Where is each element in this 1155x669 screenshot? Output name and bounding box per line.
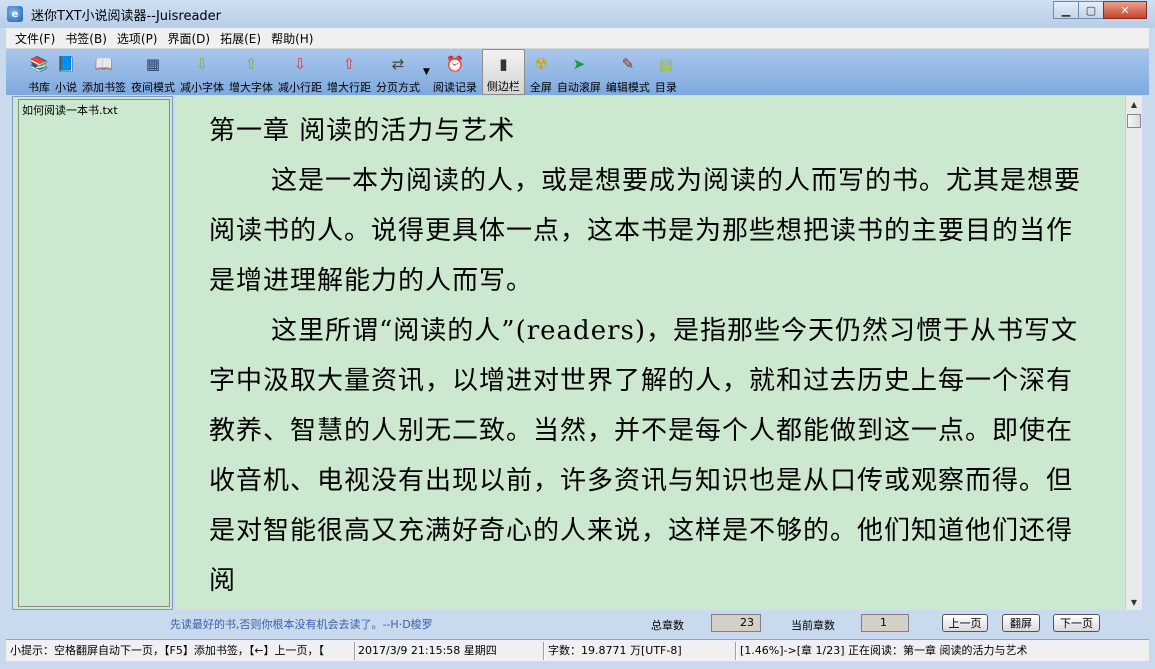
status-divider — [354, 642, 356, 660]
toolbar-label: 分页方式 — [376, 81, 420, 94]
toolbar-label: 增大字体 — [229, 81, 273, 94]
toolbar-button-sidebar[interactable]: ▮ 侧边栏 — [481, 49, 525, 95]
status-progress: [1.46%]->[章 1/23] 正在阅读：第一章 阅读的活力与艺术 — [740, 644, 1028, 657]
toolbar-button-contents[interactable]: ▤ 目录 — [655, 49, 677, 95]
pagination-icon: ⇄ — [391, 54, 405, 73]
menu-extensions[interactable]: 拓展(E) — [215, 30, 266, 47]
vertical-scrollbar[interactable]: ▲ ▼ — [1125, 96, 1142, 610]
toolbar-label: 阅读记录 — [432, 81, 477, 94]
toolbar-button-bookmark-add[interactable]: 📖 添加书签 — [82, 49, 126, 95]
clock-icon: ⏰ — [445, 54, 465, 73]
next-page-button[interactable]: 下一页 — [1053, 614, 1100, 632]
toolbar-button-book[interactable]: 📘 小说 — [55, 49, 77, 95]
status-divider — [735, 642, 737, 660]
maximize-button[interactable]: ▢ — [1078, 1, 1104, 19]
toolbar-button-bookshelf[interactable]: 📚 书库 — [28, 49, 50, 95]
book-icon: 📘 — [56, 54, 76, 73]
toolbar-button-font-decrease[interactable]: ⇩ 减小字体 — [180, 49, 224, 95]
line-spacing-increase-icon: ⇧ — [342, 54, 356, 73]
file-list-item[interactable]: 如何阅读一本书.txt — [19, 100, 169, 120]
toolbar-label: 增大行距 — [327, 81, 371, 94]
status-datetime: 2017/3/9 21:15:58 星期四 — [358, 644, 497, 657]
toolbar-button-night-mode[interactable]: ▦ 夜间模式 — [131, 49, 175, 95]
paragraph: 这是一本为阅读的人，或是想要成为阅读的人而写的书。尤其是想要阅读书的人。说得更具… — [209, 166, 1082, 296]
sidebar-icon: ▮ — [499, 54, 508, 73]
file-list: 如何阅读一本书.txt — [18, 99, 170, 607]
reading-pane[interactable]: 第一章 阅读的活力与艺术 这是一本为阅读的人，或是想要成为阅读的人而写的书。尤其… — [175, 96, 1125, 610]
window-title: 迷你TXT小说阅读器--Juisreader — [31, 8, 222, 24]
toolbar-label: 小说 — [55, 81, 77, 94]
maximize-icon: ▢ — [1085, 3, 1097, 17]
minimize-button[interactable]: ▁ — [1053, 1, 1079, 19]
toolbar-label: 全屏 — [529, 81, 552, 94]
edit-icon: ✎ — [621, 54, 635, 73]
toolbar-label: 自动滚屏 — [556, 81, 601, 94]
menu-bookmarks[interactable]: 书签(B) — [60, 30, 112, 47]
toolbar-label: 添加书签 — [82, 81, 126, 94]
menu-file[interactable]: 文件(F) — [10, 30, 60, 47]
total-chapters-value: 23 — [711, 614, 761, 632]
toolbar-button-auto-scroll[interactable]: ➤ 自动滚屏 — [557, 49, 601, 95]
toolbar-label: 编辑模式 — [605, 81, 650, 94]
font-increase-icon: ⇧ — [244, 54, 258, 73]
toolbar-button-line-spacing-decrease[interactable]: ⇩ 减小行距 — [278, 49, 322, 95]
minimize-icon: ▁ — [1061, 3, 1071, 17]
toolbar-button-pagination[interactable]: ⇄ 分页方式 — [376, 49, 420, 95]
window-controls: ▁ ▢ ✕ — [1053, 1, 1147, 19]
contents-icon: ▤ — [658, 54, 674, 73]
night-mode-icon: ▦ — [145, 54, 161, 73]
line-spacing-decrease-icon: ⇩ — [293, 54, 307, 73]
status-bar: 小提示：空格翻屏自动下一页，【F5】添加书签，【←】上一页，【 2017/3/9… — [6, 639, 1149, 661]
dropdown-arrow-icon[interactable]: ▼ — [423, 67, 430, 77]
reader-text: 第一章 阅读的活力与艺术 这是一本为阅读的人，或是想要成为阅读的人而写的书。尤其… — [209, 106, 1089, 606]
current-chapter-input[interactable]: 1 — [861, 614, 909, 632]
toolbar-button-line-spacing-increase[interactable]: ⇧ 增大行距 — [327, 49, 371, 95]
bookmark-add-icon: 📖 — [94, 54, 114, 73]
bookshelf-icon: 📚 — [29, 54, 49, 73]
toolbar-label: 减小字体 — [180, 81, 224, 94]
menu-help[interactable]: 帮助(H) — [266, 30, 318, 47]
app-icon[interactable]: e — [7, 6, 23, 22]
toolbar-label: 侧边栏 — [486, 80, 520, 93]
sidebar-panel: 如何阅读一本书.txt — [12, 96, 173, 610]
status-word-count: 字数：19.8771 万[UTF-8] — [548, 644, 682, 657]
scroll-up-arrow-icon[interactable]: ▲ — [1126, 96, 1142, 112]
info-bar: 先读最好的书,否则你根本没有机会去读了。--H·D梭罗 总章数 23 当前章数 … — [6, 610, 1149, 637]
scroll-down-arrow-icon[interactable]: ▼ — [1126, 594, 1142, 610]
fullscreen-icon: ☢ — [534, 54, 548, 73]
current-chapter-label: 当前章数 — [791, 619, 835, 632]
auto-scroll-icon: ➤ — [572, 54, 586, 73]
close-button[interactable]: ✕ — [1103, 1, 1147, 19]
chapter-title: 第一章 阅读的活力与艺术 — [209, 116, 516, 146]
toolbar-label: 减小行距 — [278, 81, 322, 94]
toolbar-button-edit[interactable]: ✎ 编辑模式 — [606, 49, 650, 95]
flip-page-button[interactable]: 翻屏 — [1002, 614, 1040, 632]
status-hint: 小提示：空格翻屏自动下一页，【F5】添加书签，【←】上一页，【 — [10, 644, 325, 657]
toolbar-label: 夜间模式 — [131, 81, 175, 94]
menu-bar: 文件(F) 书签(B) 选项(P) 界面(D) 拓展(E) 帮助(H) — [6, 28, 1149, 49]
menu-options[interactable]: 选项(P) — [112, 30, 163, 47]
toolbar-label: 目录 — [654, 81, 677, 94]
total-chapters-label: 总章数 — [651, 619, 684, 632]
toolbar-button-fullscreen[interactable]: ☢ 全屏 — [530, 49, 552, 95]
status-divider — [543, 642, 545, 660]
font-decrease-icon: ⇩ — [195, 54, 209, 73]
prev-page-button[interactable]: 上一页 — [942, 614, 988, 632]
toolbar: 📚 书库 📘 小说 📖 添加书签 ▦ 夜间模式 ⇩ 减小字体 ⇧ 增大字体 ⇩ 减小行距 ⇧ 增大行距 ⇄ 分页方… — [6, 49, 1149, 95]
paragraph: 这里所谓“阅读的人”(readers)，是指那些今天仍然习惯于从书写文字中汲取大… — [209, 316, 1078, 596]
title-bar: e 迷你TXT小说阅读器--Juisreader ▁ ▢ ✕ — [0, 0, 1155, 28]
quote-text: 先读最好的书,否则你根本没有机会去读了。--H·D梭罗 — [170, 618, 433, 631]
toolbar-button-clock[interactable]: ⏰ 阅读记录 — [433, 49, 477, 95]
close-icon: ✕ — [1120, 3, 1130, 17]
toolbar-button-font-increase[interactable]: ⇧ 增大字体 — [229, 49, 273, 95]
toolbar-label: 书库 — [28, 81, 50, 94]
scroll-thumb[interactable] — [1127, 114, 1141, 128]
menu-interface[interactable]: 界面(D) — [163, 30, 216, 47]
